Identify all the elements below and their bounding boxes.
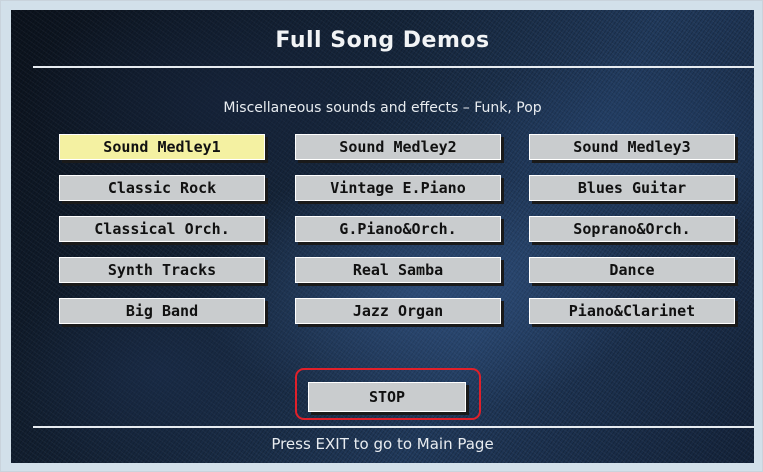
page-title: Full Song Demos [275, 28, 490, 53]
song-button-soprano-orch[interactable]: Soprano&Orch. [529, 216, 735, 242]
title-divider [33, 66, 754, 68]
exit-hint: Press EXIT to go to Main Page [271, 435, 494, 453]
song-button-dance[interactable]: Dance [529, 257, 735, 283]
song-button-synth-tracks[interactable]: Synth Tracks [59, 257, 265, 283]
song-button-jazz-organ[interactable]: Jazz Organ [295, 298, 501, 324]
song-button-classical-orch[interactable]: Classical Orch. [59, 216, 265, 242]
song-button-gpiano-orch[interactable]: G.Piano&Orch. [295, 216, 501, 242]
footer-divider [33, 426, 754, 428]
song-button-sound-medley2[interactable]: Sound Medley2 [295, 134, 501, 160]
song-button-sound-medley1[interactable]: Sound Medley1 [59, 134, 265, 160]
song-button-blues-guitar[interactable]: Blues Guitar [529, 175, 735, 201]
stop-button[interactable]: STOP [308, 382, 466, 412]
song-button-real-samba[interactable]: Real Samba [295, 257, 501, 283]
song-button-piano-clarinet[interactable]: Piano&Clarinet [529, 298, 735, 324]
song-button-classic-rock[interactable]: Classic Rock [59, 175, 265, 201]
display-frame: Full Song Demos Miscellaneous sounds and… [0, 0, 763, 472]
song-button-big-band[interactable]: Big Band [59, 298, 265, 324]
demo-description: Miscellaneous sounds and effects – Funk,… [223, 100, 542, 116]
song-button-vintage-epiano[interactable]: Vintage E.Piano [295, 175, 501, 201]
demo-screen: Full Song Demos Miscellaneous sounds and… [11, 10, 754, 463]
song-button-sound-medley3[interactable]: Sound Medley3 [529, 134, 735, 160]
